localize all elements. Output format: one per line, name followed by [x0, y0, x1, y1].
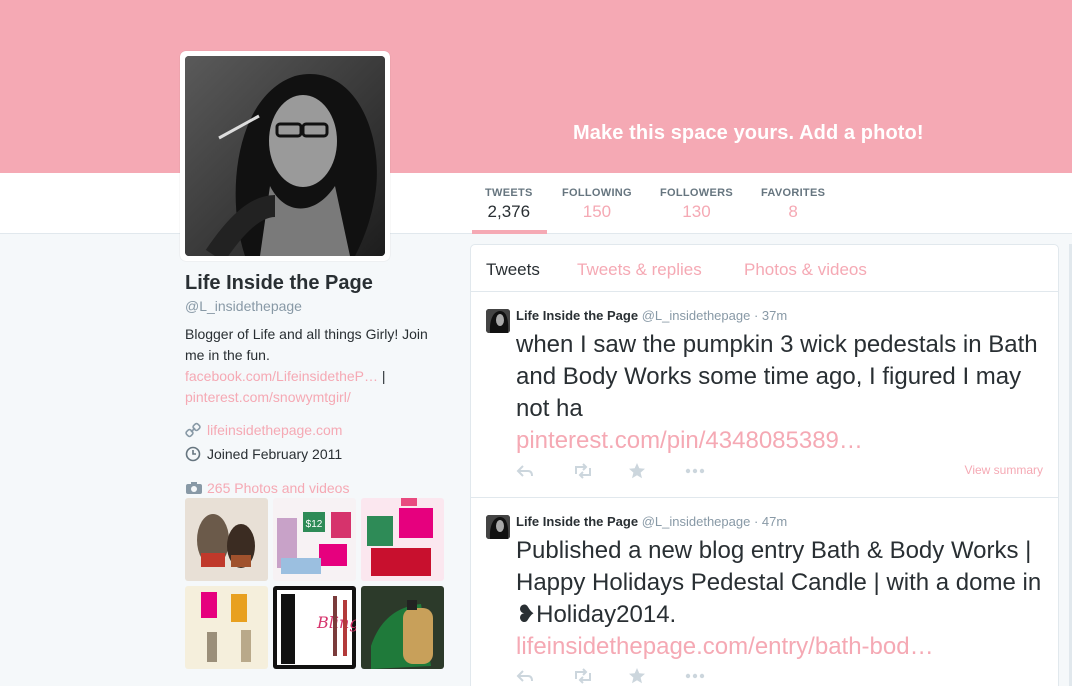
stat-following[interactable]: FOLLOWING 150 — [562, 187, 632, 222]
add-header-photo-prompt[interactable]: Make this space yours. Add a photo! — [573, 122, 924, 145]
profile-bio: Blogger of Life and all things Girly! Jo… — [185, 324, 445, 408]
tweet-link[interactable]: pinterest.com/pin/4348085389… — [516, 427, 863, 454]
reply-icon[interactable] — [516, 462, 572, 480]
tweet-item[interactable]: Life Inside the Page @L_insidethepage · … — [471, 499, 1058, 686]
tweet-actions — [516, 462, 740, 480]
profile-handle[interactable]: @L_insidethepage — [185, 298, 445, 314]
stat-value: 130 — [682, 202, 711, 221]
tweet-header: Life Inside the Page @L_insidethepage · … — [516, 514, 787, 529]
favorite-star-icon[interactable] — [628, 462, 684, 480]
stat-value: 8 — [788, 202, 798, 221]
bio-facebook-link[interactable]: facebook.com/LifeinsidetheP… — [185, 368, 378, 384]
bio-separator: | — [378, 368, 386, 384]
tweet-text: Published a new blog entry Bath & Body W… — [516, 535, 1046, 663]
header-banner[interactable]: Make this space yours. Add a photo! — [0, 0, 1072, 173]
photo-thumb-sale-coupons[interactable]: $12 — [273, 498, 356, 581]
stat-tweets[interactable]: TWEETS 2,376 — [485, 187, 533, 222]
stat-label: TWEETS — [485, 187, 533, 199]
tweet-timestamp[interactable]: · 47m — [754, 514, 787, 529]
photo-grid: $12 Bling — [185, 498, 445, 669]
tweet-text: when I saw the pumpkin 3 wick pedestals … — [516, 329, 1046, 457]
tweet-timestamp[interactable]: · 37m — [754, 308, 787, 323]
tweet-header: Life Inside the Page @L_insidethepage · … — [516, 308, 787, 323]
joined-date: Joined February 2011 — [207, 446, 343, 462]
profile-avatar — [185, 56, 385, 256]
tweet-author-avatar[interactable] — [486, 309, 510, 333]
tweet-item[interactable]: Life Inside the Page @L_insidethepage · … — [471, 293, 1058, 498]
stat-value: 2,376 — [487, 202, 531, 221]
tweet-link[interactable]: lifeinsidethepage.com/entry/bath-bod… — [516, 633, 934, 660]
tweet-author-name[interactable]: Life Inside the Page — [516, 308, 638, 323]
tweet-author-name[interactable]: Life Inside the Page — [516, 514, 638, 529]
camera-icon — [185, 481, 203, 495]
favorite-star-icon[interactable] — [628, 667, 684, 685]
photo-thumb-victorias-secret[interactable]: Bling — [273, 586, 356, 669]
tweet-author-handle[interactable]: @L_insidethepage — [642, 308, 751, 323]
joined-row: Joined February 2011 — [185, 446, 445, 462]
tab-photos-videos[interactable]: Photos & videos — [744, 260, 867, 280]
bio-pinterest-link[interactable]: pinterest.com/snowymtgirl/ — [185, 389, 351, 405]
photo-thumb-candle-jars[interactable] — [185, 498, 268, 581]
more-options-icon[interactable] — [684, 667, 740, 685]
svg-text:$12: $12 — [306, 519, 323, 530]
photo-thumb-perfume-bottles[interactable] — [185, 586, 268, 669]
website-link[interactable]: lifeinsidethepage.com — [207, 422, 342, 438]
more-options-icon[interactable] — [684, 462, 740, 480]
profile-nav-bar: TWEETS 2,376 FOLLOWING 150 FOLLOWERS 130… — [0, 173, 1072, 234]
clock-icon — [185, 446, 201, 462]
tweet-actions — [516, 667, 740, 685]
tweet-author-handle[interactable]: @L_insidethepage — [642, 514, 751, 529]
view-summary-link[interactable]: View summary — [965, 463, 1043, 477]
stat-label: FAVORITES — [761, 187, 826, 199]
timeline: Tweets Tweets & replies Photos & videos … — [470, 244, 1059, 686]
tab-tweets[interactable]: Tweets — [486, 260, 540, 280]
photo-thumb-philosophy[interactable] — [361, 586, 444, 669]
photos-videos-link[interactable]: 265 Photos and videos — [185, 480, 445, 496]
tweet-author-avatar[interactable] — [486, 515, 510, 539]
retweet-icon[interactable] — [572, 667, 628, 685]
profile-card: Life Inside the Page @L_insidethepage Bl… — [185, 272, 445, 496]
bio-text: Blogger of Life and all things Girly! Jo… — [185, 326, 428, 363]
tweet-text-content: Published a new blog entry Bath & Body W… — [516, 537, 1042, 628]
stat-label: FOLLOWERS — [660, 187, 733, 199]
retweet-icon[interactable] — [572, 462, 628, 480]
stat-favorites[interactable]: FAVORITES 8 — [761, 187, 825, 222]
photos-videos-label: 265 Photos and videos — [207, 480, 350, 496]
active-stat-indicator — [472, 230, 547, 234]
profile-avatar-frame[interactable] — [180, 51, 390, 261]
link-icon — [185, 422, 201, 438]
stat-label: FOLLOWING — [562, 187, 632, 199]
stat-value: 150 — [582, 202, 612, 221]
profile-name[interactable]: Life Inside the Page — [185, 272, 445, 295]
tweet-text-content: when I saw the pumpkin 3 wick pedestals … — [516, 331, 1038, 422]
photo-thumb-three-free[interactable] — [361, 498, 444, 581]
timeline-tabs: Tweets Tweets & replies Photos & videos — [471, 245, 1058, 292]
tab-tweets-replies[interactable]: Tweets & replies — [577, 260, 702, 280]
reply-icon[interactable] — [516, 667, 572, 685]
stat-followers[interactable]: FOLLOWERS 130 — [660, 187, 733, 222]
website-row: lifeinsidethepage.com — [185, 422, 445, 438]
